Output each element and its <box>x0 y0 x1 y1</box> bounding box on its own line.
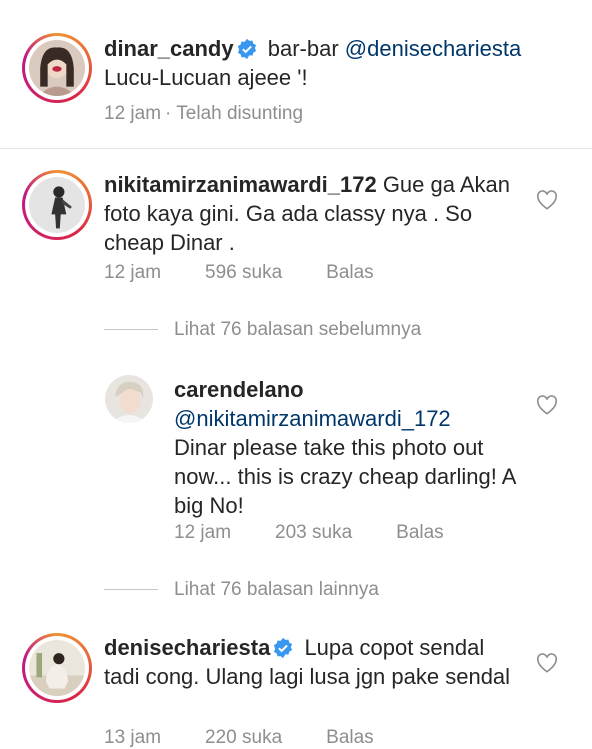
avatar-denisechariesta[interactable] <box>22 633 92 703</box>
heart-icon[interactable] <box>536 190 558 210</box>
avatar-nikitamirzanimawardi[interactable] <box>22 170 92 240</box>
heart-icon[interactable] <box>536 395 558 415</box>
comment: denisechariesta Lupa copot sendal tadi c… <box>104 633 524 691</box>
comment-meta: 12 jam 596 suka Balas <box>104 262 374 284</box>
edited-label: · Telah disunting <box>165 103 304 124</box>
heart-icon[interactable] <box>536 653 558 673</box>
avatar-dinar-candy[interactable] <box>22 33 92 103</box>
view-previous-replies-label: Lihat 76 balasan sebelumnya <box>174 319 422 340</box>
view-more-replies-button[interactable]: Lihat 76 balasan lainnya <box>104 579 379 601</box>
comment: nikitamirzanimawardi_172 Gue ga Akan fot… <box>104 170 524 257</box>
verified-badge-icon <box>274 637 293 659</box>
like-count[interactable]: 203 suka <box>275 522 352 543</box>
reply-comment: carendelano @nikitamirzanimawardi_172 Di… <box>174 375 524 520</box>
comment-username[interactable]: carendelano <box>174 377 304 402</box>
replies-divider-line <box>104 589 158 591</box>
mention-link[interactable]: @denisechariesta <box>345 36 521 61</box>
view-previous-replies-button[interactable]: Lihat 76 balasan sebelumnya <box>104 319 421 341</box>
like-count[interactable]: 596 suka <box>205 262 282 283</box>
comment-meta: 13 jam 220 suka Balas <box>104 727 374 749</box>
avatar-image <box>29 40 85 96</box>
avatar-image <box>105 375 153 423</box>
comment-username[interactable]: denisechariesta <box>104 635 270 660</box>
verified-badge-icon <box>237 38 256 60</box>
avatar-image <box>29 177 85 233</box>
replies-divider-line <box>104 329 158 331</box>
comment-text: bar-bar <box>267 36 345 61</box>
comment-meta: 12 jam · Telah disunting <box>104 103 303 125</box>
avatar-image <box>29 640 85 696</box>
comment-text-line2: Lucu-Lucuan ajeee '! <box>104 65 308 90</box>
avatar-carendelano[interactable] <box>105 375 153 423</box>
comment-time: 12 jam <box>174 522 232 543</box>
reply-button[interactable]: Balas <box>396 522 444 543</box>
comment-username[interactable]: dinar_candy <box>104 36 234 61</box>
divider <box>0 148 592 149</box>
mention-link[interactable]: @nikitamirzanimawardi_172 <box>174 406 451 431</box>
comment-meta: 12 jam 203 suka Balas <box>174 522 444 544</box>
comment-username[interactable]: nikitamirzanimawardi_172 <box>104 172 377 197</box>
comment-time: 12 jam <box>104 103 162 124</box>
comment-caption: dinar_candy bar-bar @denisechariesta Luc… <box>104 34 574 92</box>
comment-text: Dinar please take this photo out now... … <box>174 435 516 518</box>
reply-button[interactable]: Balas <box>326 262 374 283</box>
comment-time: 12 jam <box>104 262 162 283</box>
view-more-replies-label: Lihat 76 balasan lainnya <box>174 579 379 600</box>
